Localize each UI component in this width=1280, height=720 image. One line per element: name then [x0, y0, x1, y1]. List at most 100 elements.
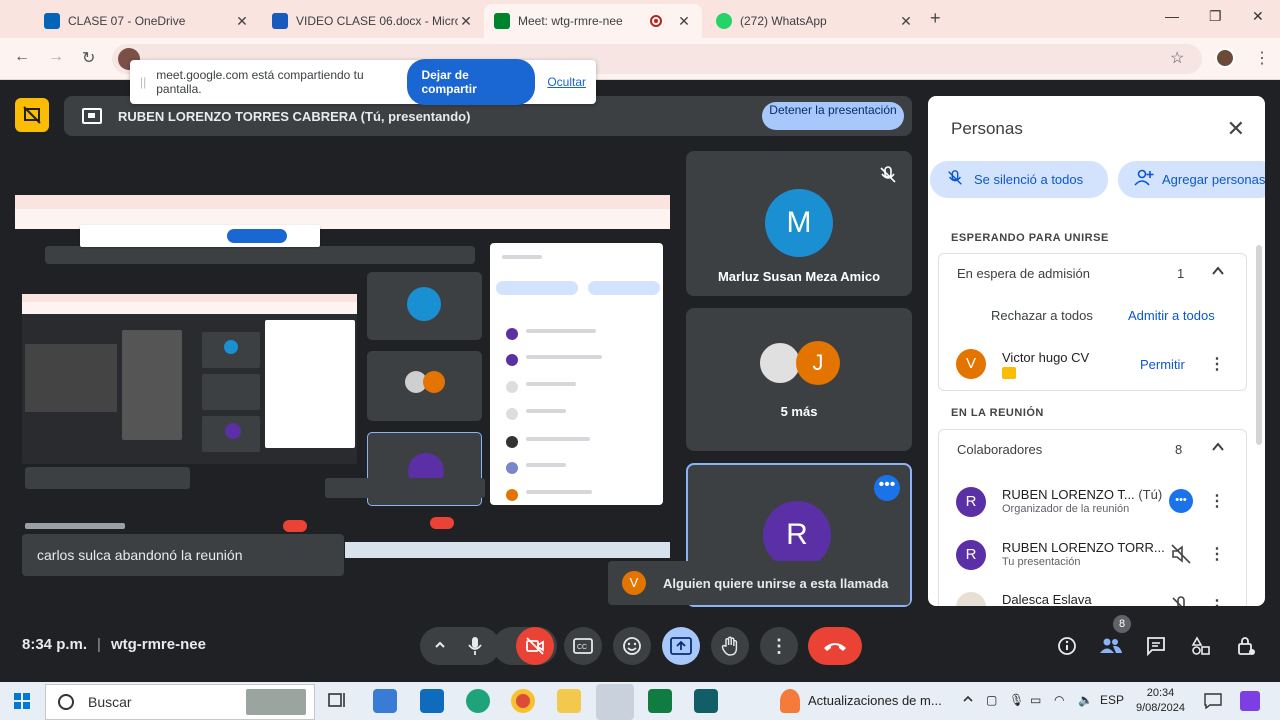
screen-share-notice: || meet.google.com está compartiendo tu … [130, 59, 596, 105]
reject-all-button[interactable]: Rechazar a todos [991, 308, 1093, 323]
close-panel-icon[interactable]: ✕ [1227, 116, 1245, 142]
profile-avatar[interactable] [1215, 48, 1235, 68]
news-widget-text[interactable]: Actualizaciones de m... [808, 693, 942, 708]
mic-options-chevron-icon[interactable] [425, 639, 455, 654]
system-clock[interactable]: 20:34 9/08/2024 [1136, 686, 1185, 716]
language-indicator[interactable]: ESP [1100, 693, 1124, 707]
close-tab-icon[interactable]: ✕ [234, 13, 250, 30]
maximize-icon[interactable]: ❐ [1209, 8, 1222, 25]
mic-off-icon[interactable] [1169, 594, 1193, 606]
search-highlight-image [246, 689, 306, 715]
browser-menu-icon[interactable]: ⋮ [1254, 48, 1270, 68]
chrome-active-icon[interactable] [596, 684, 634, 720]
captions-button[interactable]: CC [564, 627, 602, 665]
present-button[interactable] [662, 627, 700, 665]
avatar: M [765, 189, 833, 257]
more-vert-icon[interactable]: ⋮ [1209, 354, 1225, 374]
mini-presentation-bar [45, 246, 475, 264]
show-hidden-icons-icon[interactable] [962, 693, 974, 708]
mini-hangup [430, 517, 454, 529]
tray-microphone-icon[interactable]: 🎙 [1009, 693, 1024, 707]
join-request-toast[interactable]: V Alguien quiere unirse a esta llamada [608, 561, 910, 605]
people-icon[interactable] [1099, 634, 1123, 658]
terminal-icon[interactable] [694, 689, 718, 713]
store-icon[interactable] [373, 689, 397, 713]
tab-meet[interactable]: Meet: wtg-rmre-nee ✕ [484, 4, 702, 38]
participant-role: Tu presentación [1002, 556, 1081, 568]
activities-icon[interactable] [1189, 634, 1213, 658]
camera-off-button[interactable] [516, 627, 554, 665]
participant-row: R RUBEN LORENZO T... (Tú) Organizador de… [938, 481, 1247, 529]
chat-icon[interactable] [1144, 634, 1168, 658]
new-tab-icon[interactable]: + [930, 8, 941, 29]
tab-onedrive[interactable]: CLASE 07 - OneDrive ✕ [34, 4, 260, 38]
weather-icon[interactable] [780, 689, 800, 713]
waiting-box-title: En espera de admisión [957, 266, 1090, 281]
panel-scrollbar[interactable] [1256, 245, 1262, 445]
tab-whatsapp[interactable]: (272) WhatsApp ✕ [706, 4, 924, 38]
more-vert-icon[interactable]: ⋮ [1209, 596, 1225, 606]
more-options-button[interactable]: ⋮ [760, 627, 798, 665]
people-count-badge: 8 [1113, 615, 1131, 633]
shared-screen [15, 195, 670, 560]
close-window-icon[interactable]: ✕ [1252, 8, 1264, 25]
reload-icon[interactable]: ↻ [82, 48, 95, 68]
drag-handle-icon[interactable]: || [140, 75, 146, 89]
close-tab-icon[interactable]: ✕ [676, 13, 692, 30]
host-controls-icon[interactable] [1234, 634, 1258, 658]
chevron-up-icon[interactable] [1211, 264, 1225, 281]
bookmark-star-icon[interactable]: ☆ [1170, 48, 1184, 68]
task-view-icon[interactable] [326, 689, 350, 713]
mute-all-button[interactable]: Se silenció a todos [930, 161, 1108, 198]
forward-icon[interactable]: → [48, 48, 64, 66]
toast-message: Alguien quiere unirse a esta llamada [663, 575, 889, 591]
more-options-icon[interactable]: ••• [874, 475, 900, 501]
minimize-icon[interactable]: — [1165, 8, 1179, 24]
microphone-icon[interactable] [455, 636, 495, 656]
reactions-button[interactable] [613, 627, 651, 665]
more-vert-icon[interactable]: ⋮ [1209, 491, 1225, 511]
tray-device-icon[interactable]: ▢ [986, 693, 997, 707]
hide-button[interactable]: Ocultar [547, 75, 586, 89]
excel-icon[interactable] [648, 689, 672, 713]
participant-tile-more[interactable]: J 5 más [686, 308, 912, 451]
close-tab-icon[interactable]: ✕ [898, 13, 914, 30]
back-icon[interactable]: ← [14, 48, 30, 66]
microphone-control [420, 627, 500, 665]
edge-icon[interactable] [466, 689, 490, 713]
battery-icon[interactable]: ▭ [1030, 693, 1041, 707]
waiting-count: 1 [1177, 266, 1185, 281]
meet-icon [494, 13, 510, 29]
mail-icon[interactable] [420, 689, 444, 713]
windows-start-icon[interactable] [14, 693, 30, 714]
taskbar-search-input[interactable]: Buscar [45, 684, 315, 720]
stop-presenting-button[interactable]: Detener la presentación [762, 102, 904, 130]
app-tray-icon[interactable] [1240, 691, 1260, 711]
leave-call-button[interactable] [808, 627, 862, 665]
wifi-icon[interactable]: ◠ [1054, 693, 1064, 707]
mini-hangup [283, 520, 307, 532]
camera-off-icon [526, 637, 544, 655]
allow-button[interactable]: Permitir [1140, 357, 1185, 372]
stop-sharing-button[interactable]: Dejar de compartir [407, 59, 536, 105]
raise-hand-button[interactable] [711, 627, 749, 665]
notifications-icon[interactable] [1204, 693, 1222, 712]
mute-all-label: Se silenció a todos [974, 172, 1084, 187]
volume-off-icon[interactable] [1169, 542, 1193, 566]
close-tab-icon[interactable]: ✕ [458, 13, 474, 30]
participant-tile-marluz[interactable]: M Marluz Susan Meza Amico [686, 151, 912, 296]
collaborators-count: 8 [1175, 442, 1183, 457]
mini-join-toast [325, 478, 485, 498]
more-vert-icon[interactable]: ⋮ [1209, 544, 1225, 564]
admit-all-button[interactable]: Admitir a todos [1128, 308, 1215, 323]
file-explorer-icon[interactable] [557, 689, 581, 713]
more-options-icon[interactable]: ••• [1169, 489, 1193, 513]
add-people-button[interactable]: Agregar personas [1118, 161, 1265, 198]
meeting-details-icon[interactable] [1055, 634, 1079, 658]
svg-text:CC: CC [577, 644, 587, 651]
tab-word[interactable]: VIDEO CLASE 06.docx - Microsoft ✕ [262, 4, 484, 38]
chevron-up-icon[interactable] [1211, 440, 1225, 457]
chrome-icon[interactable] [511, 689, 535, 713]
tab-title: CLASE 07 - OneDrive [68, 14, 186, 28]
volume-icon[interactable]: 🔈 [1078, 693, 1093, 707]
